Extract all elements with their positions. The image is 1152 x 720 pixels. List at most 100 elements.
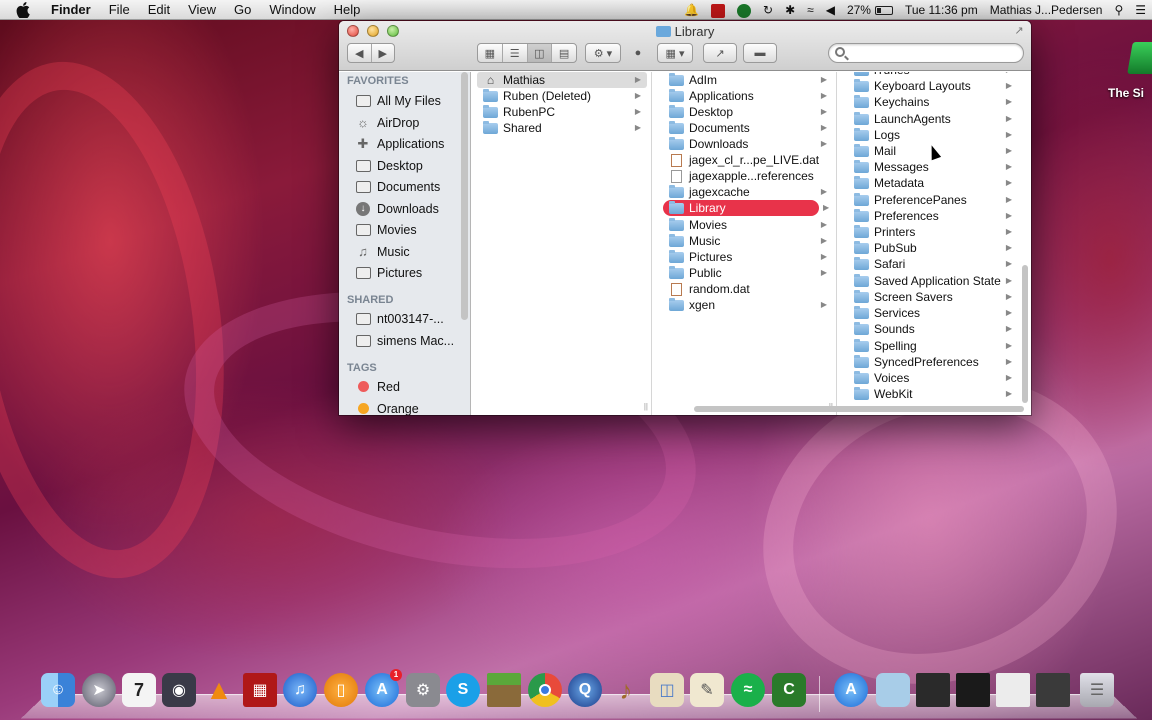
column-item[interactable]: Messages ▶ <box>848 159 1018 175</box>
column-item[interactable]: Applications ▶ <box>663 88 833 104</box>
horizontal-scrollbar[interactable] <box>694 406 1024 412</box>
window-thumb-3-icon[interactable] <box>996 673 1030 707</box>
calendar-icon[interactable]: 7 <box>122 673 156 707</box>
column-item[interactable]: Movies ▶ <box>663 217 833 233</box>
sidebar-item-airdrop[interactable]: ☼ AirDrop <box>339 112 463 133</box>
column-item[interactable]: xgen ▶ <box>663 297 833 313</box>
column-item[interactable]: AdIm ▶ <box>663 72 833 88</box>
column-item-mathias[interactable]: ⌂ Mathias ▶ <box>477 72 647 88</box>
sidebar-item-tag-red[interactable]: Red <box>339 376 463 397</box>
toggle-icon[interactable]: ● <box>626 43 650 63</box>
fullscreen-icon[interactable]: ↗ <box>1013 25 1025 37</box>
bluetooth-icon[interactable]: ✱ <box>785 0 795 20</box>
battery-percent[interactable]: 27% <box>847 0 871 20</box>
sidebar-item-downloads[interactable]: ↓ Downloads <box>339 198 463 219</box>
desktop-item[interactable]: The Si <box>1108 40 1152 110</box>
back-button[interactable]: ◀ <box>348 44 372 62</box>
column-item[interactable]: Printers ▶ <box>848 224 1018 240</box>
preview-icon[interactable]: ◫ <box>650 673 684 707</box>
window-thumb-4-icon[interactable] <box>1036 673 1070 707</box>
sidebar-item-shared-2[interactable]: simens Mac... <box>339 330 463 351</box>
photobooth-status-icon[interactable] <box>711 0 725 20</box>
column-item[interactable]: RubenPC ▶ <box>477 104 647 120</box>
menu-view[interactable]: View <box>179 0 225 20</box>
share-button[interactable]: ↗ <box>703 43 737 63</box>
skype-icon[interactable]: S <box>446 673 480 707</box>
menu-app-name[interactable]: Finder <box>42 0 100 20</box>
clock[interactable]: Tue 11:36 pm <box>905 0 978 20</box>
garageband-icon[interactable]: ♪ <box>609 673 643 707</box>
menu-file[interactable]: File <box>100 0 139 20</box>
itunes-icon[interactable]: ♫ <box>283 673 317 707</box>
forward-button[interactable]: ▶ <box>372 44 395 62</box>
appstore-folder-icon[interactable]: A <box>834 673 868 707</box>
photobooth-icon[interactable]: ▦ <box>243 673 277 707</box>
column-item[interactable]: Metadata ▶ <box>848 175 1018 191</box>
column-item[interactable]: WebKit ▶ <box>848 386 1018 402</box>
column-scrollbar[interactable] <box>1022 265 1028 403</box>
notification-bell-icon[interactable]: 🔔 <box>684 0 699 20</box>
sidebar-item-documents[interactable]: Documents <box>339 176 463 197</box>
column-item[interactable]: random.dat <box>663 281 833 297</box>
column-item[interactable]: SyncedPreferences ▶ <box>848 354 1018 370</box>
column-item-library[interactable]: Library <box>663 200 819 216</box>
column-item[interactable]: jagexapple...references <box>663 168 833 184</box>
sidebar-item-applications[interactable]: ✚ Applications <box>339 133 463 154</box>
notification-center-icon[interactable]: ☰ <box>1135 0 1146 20</box>
menu-window[interactable]: Window <box>260 0 324 20</box>
search-input[interactable] <box>849 46 1017 60</box>
coverflow-view-button[interactable]: ▤ <box>552 44 576 62</box>
sidebar-item-music[interactable]: ♫ Music <box>339 241 463 262</box>
column-item[interactable]: Sounds ▶ <box>848 321 1018 337</box>
column-item[interactable]: Pictures ▶ <box>663 249 833 265</box>
minecraft-icon[interactable] <box>487 673 521 707</box>
appstore-icon[interactable]: A 1 <box>365 669 402 707</box>
facetime-icon[interactable]: ◉ <box>162 673 196 707</box>
column-item[interactable]: Music ▶ <box>663 233 833 249</box>
menu-go[interactable]: Go <box>225 0 260 20</box>
trash-icon[interactable]: ☰ <box>1080 673 1114 707</box>
search-field[interactable] <box>828 43 1024 63</box>
column-item[interactable]: jagex_cl_r...pe_LIVE.dat <box>663 152 833 168</box>
window-thumb-1-icon[interactable] <box>916 673 950 707</box>
quicktime-icon[interactable]: Q <box>568 673 602 707</box>
sidebar-item-all-my-files[interactable]: All My Files <box>339 90 463 111</box>
system-preferences-icon[interactable]: ⚙ <box>406 673 440 707</box>
icon-view-button[interactable]: ▦ <box>478 44 503 62</box>
chrome-icon[interactable] <box>528 673 562 707</box>
column-item[interactable]: Keyboard Layouts ▶ <box>848 78 1018 94</box>
sidebar-item-pictures[interactable]: Pictures <box>339 262 463 283</box>
list-view-button[interactable]: ☰ <box>503 44 528 62</box>
column-item[interactable]: Public ▶ <box>663 265 833 281</box>
tags-button[interactable]: ▬ <box>743 43 777 63</box>
window-thumb-2-icon[interactable] <box>956 673 990 707</box>
column-item[interactable]: Voices ▶ <box>848 370 1018 386</box>
time-machine-icon[interactable]: ↻ <box>763 0 773 20</box>
column-item[interactable]: Screen Savers ▶ <box>848 289 1018 305</box>
arrange-button[interactable]: ▦ ▾ <box>657 43 693 63</box>
camtasia-icon[interactable]: C <box>772 673 806 707</box>
column-item[interactable]: Spelling ▶ <box>848 338 1018 354</box>
launchpad-icon[interactable]: ➤ <box>82 673 116 707</box>
ibooks-icon[interactable]: ▯ <box>324 673 358 707</box>
apple-menu-icon[interactable] <box>16 1 30 18</box>
column-item[interactable]: PreferencePanes ▶ <box>848 192 1018 208</box>
column-item[interactable]: Keychains ▶ <box>848 94 1018 110</box>
menu-edit[interactable]: Edit <box>139 0 179 20</box>
column-item[interactable]: Documents ▶ <box>663 120 833 136</box>
spotify-icon[interactable]: ≈ <box>731 673 765 707</box>
column-view-button[interactable]: ◫ <box>527 44 553 62</box>
vlc-icon[interactable]: ▲ <box>202 673 236 707</box>
wifi-icon[interactable]: ≈ <box>807 0 814 20</box>
column-item[interactable]: Downloads ▶ <box>663 136 833 152</box>
column-item[interactable]: Preferences ▶ <box>848 208 1018 224</box>
documents-stack-icon[interactable] <box>876 673 910 707</box>
column-item[interactable]: Services ▶ <box>848 305 1018 321</box>
spotlight-icon[interactable]: ⚲ <box>1114 0 1123 20</box>
textedit-icon[interactable]: ✎ <box>690 673 724 707</box>
column-item[interactable]: Shared ▶ <box>477 120 647 136</box>
sidebar-item-movies[interactable]: Movies <box>339 219 463 240</box>
column-item[interactable]: Logs ▶ <box>848 127 1018 143</box>
column-item[interactable]: Safari ▶ <box>848 256 1018 272</box>
finder-icon[interactable]: ☺ <box>41 673 75 707</box>
